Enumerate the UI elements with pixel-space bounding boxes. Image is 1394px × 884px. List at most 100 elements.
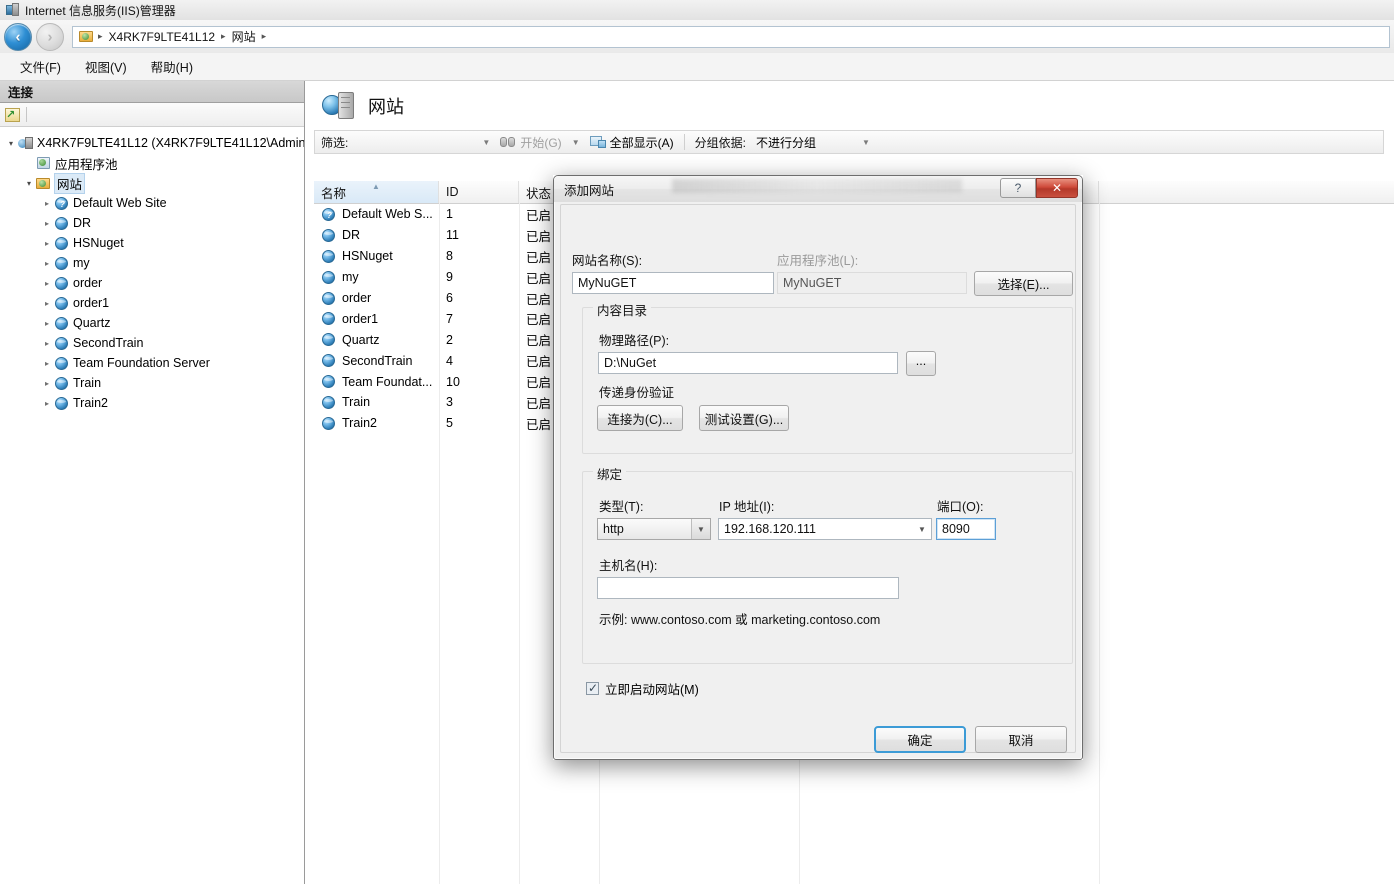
globe-icon [321,228,337,243]
chevron-right-icon[interactable]: ▸ [40,299,54,308]
tree-item[interactable]: ▸ HSNuget [0,233,304,253]
chevron-right-icon[interactable]: ▸ [40,239,54,248]
browse-physical-path-button[interactable]: ... [906,351,936,376]
site-name-label: 网站名称(S): [572,254,643,268]
tree-item[interactable]: 应用程序池 [0,153,304,173]
connect-to-server-icon[interactable]: ↗ [5,107,20,122]
test-settings-button[interactable]: 测试设置(G)... [699,405,789,431]
chevron-right-icon[interactable]: ▸ [40,379,54,388]
breadcrumb-separator: ▸ [98,31,103,41]
window-title: Internet 信息服务(IIS)管理器 [25,3,176,18]
tree-item[interactable]: ▸ Train2 [0,393,304,413]
host-name-input[interactable] [597,577,899,599]
chevron-down-icon[interactable]: ▾ [4,139,18,148]
close-icon[interactable]: ✕ [1036,178,1078,198]
cell-id: 7 [439,312,519,326]
site-name-input[interactable]: MyNuGET [572,272,774,294]
tree-item[interactable]: ▸ Train [0,373,304,393]
content-directory-caption: 内容目录 [593,300,652,319]
cell-name: Train [314,395,439,410]
tree-item-label: Train [73,376,102,390]
cell-text: 已启 [526,334,552,349]
tree-item[interactable]: ▸ Quartz [0,313,304,333]
tree-item[interactable]: ▾ 网站 [0,172,304,194]
tree-item[interactable]: ▸ order1 [0,293,304,313]
cell-text: 7 [446,311,453,326]
binding-type-select[interactable]: http ▼ [597,518,711,540]
globe-icon [54,216,70,231]
cell-text: 3 [446,395,453,410]
ok-button[interactable]: 确定 [874,726,966,753]
chevron-right-icon[interactable]: ▸ [40,339,54,348]
column-gridline [519,203,520,884]
cell-text: my [342,270,359,285]
help-button[interactable]: ? [1000,178,1036,198]
chevron-down-icon[interactable]: ▼ [478,138,494,147]
cancel-button[interactable]: 取消 [975,726,1067,753]
group-by-select[interactable]: 不进行分组 ▼ [752,134,874,151]
column-header-id[interactable]: ID [439,181,519,203]
filter-go-chevron-icon[interactable]: ▼ [568,138,584,147]
page-header: 网站 [306,81,1394,130]
chevron-right-icon[interactable]: ▸ [40,279,54,288]
globe-icon [321,270,337,285]
menu-item-view[interactable]: 视图(V) [73,54,139,79]
tree-item[interactable]: ▸ DR [0,213,304,233]
tree-item[interactable]: ▾ X4RK7F9LTE41L12 (X4RK7F9LTE41L12\Admini [0,133,304,153]
globe-icon [54,276,70,291]
globe-default-icon: ? [54,196,70,211]
chevron-down-icon[interactable]: ▼ [858,138,874,147]
chevron-right-icon[interactable]: ▸ [40,319,54,328]
back-arrow-icon[interactable]: ‹ [4,22,32,51]
cell-name: HSNuget [314,249,439,264]
cell-id: 10 [439,375,519,389]
chevron-down-icon[interactable]: ▼ [691,519,710,539]
menu-item-file[interactable]: 文件(F) [8,54,73,79]
globe-icon [54,356,70,371]
show-all-button[interactable]: 全部显示(A) [584,134,680,151]
chevron-right-icon[interactable]: ▸ [40,219,54,228]
chevron-right-icon[interactable]: ▸ [40,359,54,368]
tree-item[interactable]: ▸? Default Web Site [0,193,304,213]
binding-port-label: 端口(O): [937,500,984,514]
binding-type-label: 类型(T): [599,500,644,514]
chevron-down-icon[interactable]: ▼ [913,519,931,539]
physical-path-label: 物理路径(P): [599,334,670,348]
column-header-name[interactable]: 名称 ▲ [314,181,439,203]
tree-twisty-none[interactable] [22,159,36,168]
breadcrumb-item-sites[interactable]: 网站 [228,27,260,46]
binding-ip-select[interactable]: 192.168.120.111 ▼ [718,518,932,540]
filter-input[interactable] [354,132,479,152]
tree-item[interactable]: ▸ SecondTrain [0,333,304,353]
tree-item[interactable]: ▸ Team Foundation Server [0,353,304,373]
chevron-right-icon[interactable]: ▸ [40,399,54,408]
tree-item-label: Train2 [73,396,108,410]
tree-item[interactable]: ▸ my [0,253,304,273]
globe-icon [54,336,70,351]
cell-name: order1 [314,311,439,326]
sites-server-icon [322,91,356,121]
chevron-right-icon[interactable]: ▸ [40,259,54,268]
tree-item-label: Team Foundation Server [73,356,210,370]
app-pool-label: 应用程序池(L): [777,254,859,268]
chevron-right-icon[interactable]: ▸ [40,199,54,208]
chevron-down-icon[interactable]: ▾ [22,179,36,188]
cell-name: Quartz [314,332,439,347]
tree-item[interactable]: ▸ order [0,273,304,293]
connect-as-button[interactable]: 连接为(C)... [597,405,683,431]
column-gridline [1099,203,1100,884]
column-gridline [439,203,440,884]
binding-port-input[interactable]: 8090 [936,518,996,540]
filter-go-button[interactable]: 开始(G) [494,134,567,151]
breadcrumb[interactable]: ▸ X4RK7F9LTE41L12 ▸ 网站 ▸ [72,25,1390,48]
page-title: 网站 [368,96,404,117]
menu-item-help[interactable]: 帮助(H) [139,54,205,79]
physical-path-input[interactable]: D:\NuGet [598,352,898,374]
start-website-now-checkbox[interactable]: ✓ [586,681,599,695]
start-website-now-row[interactable]: ✓ 立即启动网站(M) [586,679,699,698]
breadcrumb-item-server[interactable]: X4RK7F9LTE41L12 [105,29,220,45]
window-title-bar: Internet 信息服务(IIS)管理器 [0,0,1394,20]
forward-arrow-icon[interactable]: › [36,22,64,51]
tree-item-label: my [73,256,90,270]
select-app-pool-button[interactable]: 选择(E)... [974,271,1073,296]
